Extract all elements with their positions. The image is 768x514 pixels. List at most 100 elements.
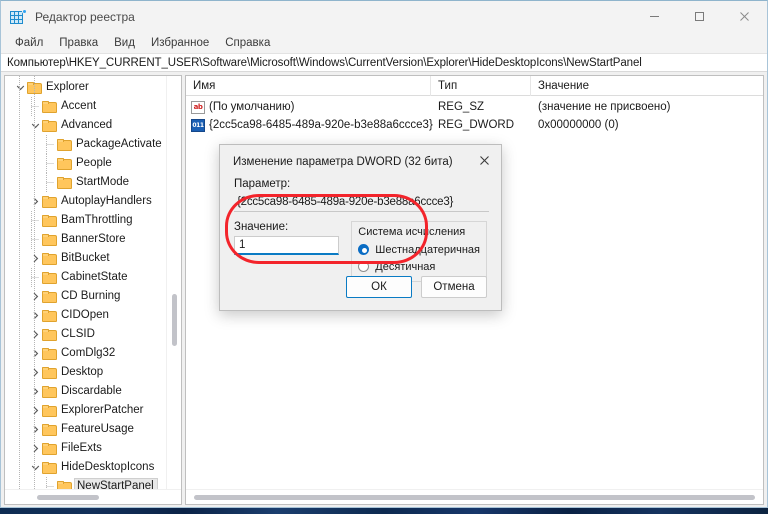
tree-vertical-scrollbar[interactable]	[166, 76, 181, 504]
tree-vertical-scrollbar-thumb[interactable]	[172, 294, 177, 346]
tree-item-label: BannerStore	[61, 233, 126, 245]
tree-item-hidedesktopicons[interactable]: HideDesktopIcons	[5, 458, 181, 477]
tree-connector-line	[43, 135, 57, 154]
window-title: Редактор реестра	[35, 9, 135, 24]
tree-item-cabinetstate[interactable]: CabinetState	[5, 268, 181, 287]
menu-item-view[interactable]: Вид	[106, 35, 143, 51]
tree-item-fileexts[interactable]: FileExts	[5, 439, 181, 458]
chevron-down-icon[interactable]	[28, 458, 42, 477]
close-icon[interactable]	[468, 145, 501, 176]
tree-item-bamthrottling[interactable]: BamThrottling	[5, 211, 181, 230]
folder-icon	[42, 442, 57, 455]
table-row[interactable]: 011 {2cc5ca98-6485-489a-920e-b3e88a6ccce3…	[186, 116, 763, 134]
tree-item-label: Accent	[61, 100, 97, 112]
chevron-right-icon[interactable]	[28, 439, 42, 458]
chevron-right-icon[interactable]	[28, 420, 42, 439]
tree-item-label: Desktop	[61, 366, 104, 378]
close-icon[interactable]	[722, 1, 767, 32]
chevron-down-icon[interactable]	[28, 116, 42, 135]
folder-icon	[57, 176, 72, 189]
menu-item-file[interactable]: Файл	[7, 35, 51, 51]
tree-item-explorerpatcher[interactable]: ExplorerPatcher	[5, 401, 181, 420]
tree-horizontal-scrollbar[interactable]	[5, 489, 181, 504]
tree-connector-line	[28, 230, 42, 249]
folder-icon	[57, 157, 72, 170]
tree-item-bitbucket[interactable]: BitBucket	[5, 249, 181, 268]
column-header-value[interactable]: Значение	[531, 76, 763, 96]
values-horizontal-scrollbar-thumb[interactable]	[194, 495, 755, 500]
tree-item-startmode[interactable]: StartMode	[5, 173, 181, 192]
tree-item-packageactivate[interactable]: PackageActivate	[5, 135, 181, 154]
radio-hexadecimal[interactable]: Шестнадцатеричная	[358, 241, 480, 258]
tree-item-clsid[interactable]: CLSID	[5, 325, 181, 344]
column-header-name[interactable]: Имя	[186, 76, 431, 96]
value-input[interactable]: 1	[234, 236, 340, 255]
tree-horizontal-scrollbar-thumb[interactable]	[37, 495, 99, 500]
chevron-right-icon[interactable]	[28, 192, 42, 211]
value-name-cell: 011 {2cc5ca98-6485-489a-920e-b3e88a6ccce3…	[186, 118, 433, 132]
tree-item-label: AutoplayHandlers	[61, 195, 152, 207]
tree-item-comdlg32[interactable]: ComDlg32	[5, 344, 181, 363]
tree-guide-line	[19, 76, 20, 489]
chevron-right-icon[interactable]	[28, 287, 42, 306]
menu-item-help[interactable]: Справка	[217, 35, 278, 51]
chevron-right-icon[interactable]	[28, 306, 42, 325]
tree-item-label: BamThrottling	[61, 214, 133, 226]
ok-button[interactable]: ОК	[346, 276, 412, 298]
chevron-down-icon[interactable]	[13, 78, 27, 97]
menubar: Файл Правка Вид Избранное Справка	[1, 32, 767, 53]
folder-icon	[42, 195, 57, 208]
chevron-right-icon[interactable]	[28, 325, 42, 344]
tree-item-people[interactable]: People	[5, 154, 181, 173]
dialog-titlebar: Изменение параметра DWORD (32 бита)	[220, 145, 501, 178]
tree-item-autoplayhandlers[interactable]: AutoplayHandlers	[5, 192, 181, 211]
tree-item-label: Discardable	[61, 385, 122, 397]
folder-icon	[57, 138, 72, 151]
dialog-body: Параметр: {2cc5ca98-6485-489a-920e-b3e88…	[220, 178, 501, 282]
minimize-icon[interactable]	[632, 1, 677, 32]
folder-icon	[42, 290, 57, 303]
folder-icon	[42, 309, 57, 322]
chevron-right-icon[interactable]	[28, 363, 42, 382]
maximize-icon[interactable]	[677, 1, 722, 32]
dword-value-icon: 011	[191, 118, 205, 132]
address-bar[interactable]: Компьютер\HKEY_CURRENT_USER\Software\Mic…	[1, 53, 767, 72]
param-name-input[interactable]: {2cc5ca98-6485-489a-920e-b3e88a6ccce3}	[234, 193, 489, 212]
tree-item-cidopen[interactable]: CIDOpen	[5, 306, 181, 325]
tree-item-advanced[interactable]: Advanced	[5, 116, 181, 135]
tree-item-featureusage[interactable]: FeatureUsage	[5, 420, 181, 439]
dialog-title: Изменение параметра DWORD (32 бита)	[233, 155, 453, 168]
table-row[interactable]: ab (По умолчанию) REG_SZ (значение не присв…	[186, 98, 763, 116]
cancel-button[interactable]: Отмена	[421, 276, 487, 298]
tree-connector-line	[28, 97, 42, 116]
radio-decimal-label: Десятичная	[375, 260, 436, 273]
folder-icon	[42, 119, 57, 132]
menu-item-edit[interactable]: Правка	[51, 35, 106, 51]
chevron-right-icon[interactable]	[28, 249, 42, 268]
chevron-right-icon[interactable]	[28, 382, 42, 401]
registry-editor-window: Редактор реестра Файл Правка Вид Избранн…	[0, 0, 768, 508]
chevron-right-icon[interactable]	[28, 344, 42, 363]
chevron-right-icon[interactable]	[28, 401, 42, 420]
registry-editor-icon	[10, 8, 27, 25]
radio-decimal[interactable]: Десятичная	[358, 258, 480, 275]
tree-item-bannerstore[interactable]: BannerStore	[5, 230, 181, 249]
folder-icon	[42, 214, 57, 227]
value-name-text: (По умолчанию)	[209, 101, 295, 113]
tree-item-explorer[interactable]: Explorer	[5, 78, 181, 97]
tree-item-accent[interactable]: Accent	[5, 97, 181, 116]
column-header-type[interactable]: Тип	[431, 76, 531, 96]
dialog-columns: Значение: 1 Система исчисления Шестнадца…	[234, 221, 487, 282]
tree-item-newstartpanel[interactable]: NewStartPanel	[5, 477, 181, 489]
tree-item-discardable[interactable]: Discardable	[5, 382, 181, 401]
tree-item-desktop[interactable]: Desktop	[5, 363, 181, 382]
tree-item-label: CabinetState	[61, 271, 128, 283]
values-horizontal-scrollbar[interactable]	[186, 489, 763, 504]
folder-icon	[42, 328, 57, 341]
tree-item-label: CD Burning	[61, 290, 121, 302]
menu-item-favorites[interactable]: Избранное	[143, 35, 217, 51]
tree-item-cd-burning[interactable]: CD Burning	[5, 287, 181, 306]
folder-icon	[42, 271, 57, 284]
folder-icon	[42, 252, 57, 265]
folder-icon	[57, 480, 72, 489]
